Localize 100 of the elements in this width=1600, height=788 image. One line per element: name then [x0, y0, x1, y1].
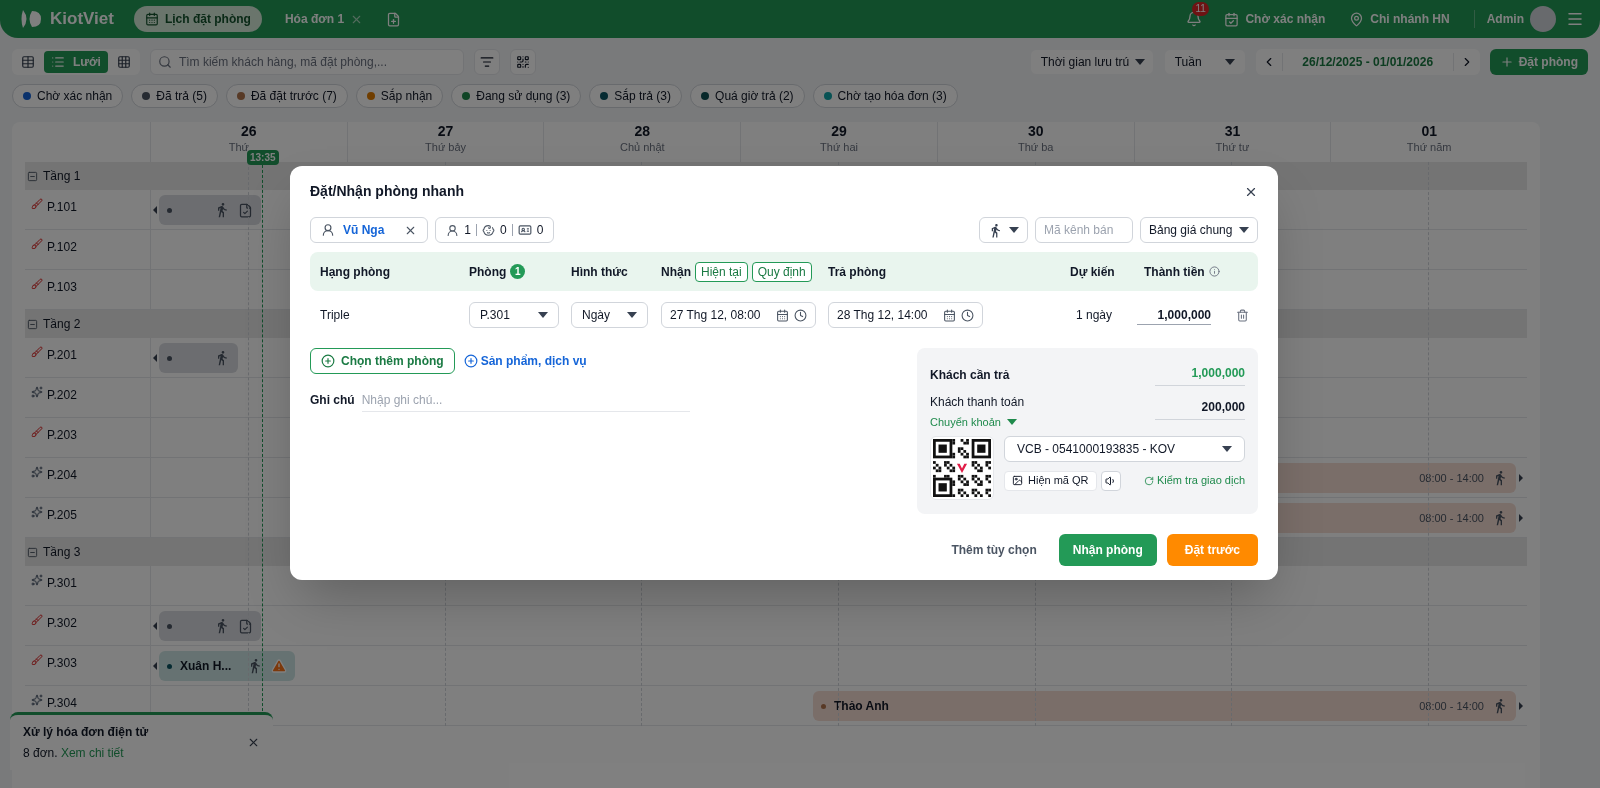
child-count: 0	[500, 222, 507, 239]
rate-type-select[interactable]: Ngày	[571, 302, 648, 328]
room-select[interactable]: P.301	[469, 302, 559, 328]
room-name: P.301	[47, 575, 77, 592]
status-filter-chip[interactable]: Chờ xác nhận	[12, 84, 124, 108]
qr-code-drawing	[933, 438, 991, 497]
list-icon	[51, 55, 65, 69]
booking-time: 08:00 - 14:00	[1419, 510, 1484, 526]
room-name: P.203	[47, 427, 77, 444]
notification-bell-icon[interactable]	[1186, 11, 1203, 27]
dropdown-caret-icon	[1224, 59, 1235, 65]
guest-name: Thảo Anh	[834, 698, 889, 715]
checkin-option[interactable]: Quy định	[751, 261, 812, 282]
status-filter-chip[interactable]: Chờ tạo hóa đơn (3)	[812, 84, 958, 108]
check-in-field[interactable]: 27 Thg 12, 08:00	[661, 302, 816, 328]
room-name: P.204	[47, 467, 77, 484]
amount-field[interactable]: 1,000,000	[1137, 305, 1211, 325]
status-filter-chip[interactable]: Đã trả (5)	[131, 84, 218, 108]
calendar-check-icon	[1224, 11, 1240, 27]
adult-icon	[446, 223, 460, 237]
view-toggle[interactable]: Lưới	[44, 51, 108, 73]
toast-count: 8 đơn.	[23, 746, 58, 760]
payment-method-select[interactable]: Chuyển khoản	[930, 414, 1025, 431]
column-header: Dự kiến	[1070, 263, 1115, 281]
show-qr-button[interactable]: Hiện mã QR	[1004, 470, 1097, 491]
room-name: P.304	[47, 695, 77, 712]
weekday-label: Thứ tư	[1215, 140, 1250, 154]
date-range: 26/12/2025 - 01/01/2026	[1281, 53, 1454, 71]
day-number: 29	[831, 122, 847, 140]
book-room-button[interactable]: Đặt phòng	[1489, 49, 1588, 75]
view-details-link[interactable]: Xem chi tiết	[60, 746, 124, 760]
dropdown-caret-icon	[627, 312, 637, 318]
amount-due: 1,000,000	[1155, 364, 1245, 386]
status-filter-chip[interactable]: Sắp trả (3)	[589, 84, 683, 108]
guest-count-chip[interactable]: 1 0 0	[435, 217, 555, 243]
user-name: Admin	[1486, 11, 1524, 28]
weekday-label: Thứ ba	[1018, 140, 1054, 154]
status-filter-chip[interactable]: Đã đặt trước (7)	[225, 84, 348, 108]
booking-bar[interactable]: Xuân H...	[159, 651, 296, 681]
bank-account-select[interactable]: VCB - 0541000193835 - KOV	[1004, 435, 1245, 462]
filter-button[interactable]	[473, 49, 500, 75]
filter-icon	[479, 55, 494, 69]
check-transaction-link[interactable]: Kiểm tra giao dịch	[1143, 472, 1245, 489]
customer-chip[interactable]: Vũ Nga	[310, 217, 429, 243]
period-select[interactable]: Tuần	[1163, 49, 1246, 75]
user-icon	[321, 223, 335, 237]
booking-bar[interactable]: Thảo Anh 08:00 - 14:00	[813, 691, 1516, 721]
guest-type-select[interactable]	[979, 217, 1028, 243]
menu-icon[interactable]	[1566, 10, 1584, 28]
plus-circle-icon	[463, 354, 478, 368]
close-icon[interactable]	[247, 736, 260, 749]
customer-name: Vũ Nga	[343, 222, 385, 239]
add-document-icon[interactable]	[386, 11, 402, 27]
collapse-icon[interactable]	[27, 170, 38, 182]
weekday-label: Thứ hai	[820, 140, 858, 154]
time-filter-select[interactable]: Thời gian lưu trú	[1029, 49, 1154, 75]
add-service-link[interactable]: Sản phẩm, dịch vụ	[463, 352, 587, 370]
check-in-button[interactable]: Nhận phòng	[1058, 533, 1157, 566]
status-filter-chip[interactable]: Quá giờ trả (2)	[690, 84, 805, 108]
room-name: P.303	[47, 655, 77, 672]
room-count-badge: 1	[510, 264, 526, 279]
search-field[interactable]: Tìm kiếm khách hàng, mã đặt phòng,...	[149, 49, 464, 75]
branch-button[interactable]: Chi nhánh HN	[1349, 10, 1450, 28]
calendar-icon	[144, 12, 159, 26]
grid-icon	[116, 55, 131, 69]
nav-tab[interactable]: Lịch đặt phòng	[133, 6, 262, 32]
room-name: P.103	[47, 279, 77, 296]
checkin-option[interactable]: Hiện tại	[695, 261, 748, 282]
more-options-button[interactable]: Thêm tùy chọn	[951, 540, 1037, 559]
logo-text: KiotViet	[50, 8, 114, 31]
pending-button[interactable]: Chờ xác nhận	[1224, 10, 1326, 28]
sales-channel-field[interactable]: Mã kênh bán	[1035, 217, 1133, 243]
map-pin-icon	[1349, 11, 1365, 27]
amount-paid-label: Khách thanh toán	[930, 394, 1025, 411]
room-name: P.102	[47, 239, 77, 256]
booking-bar[interactable]	[159, 611, 261, 641]
booking-bar[interactable]	[159, 195, 261, 225]
price-list-select[interactable]: Bảng giá chung	[1140, 217, 1258, 243]
add-room-button[interactable]: Chọn thêm phòng	[310, 348, 455, 374]
status-filter-chip[interactable]: Sắp nhận	[355, 84, 444, 108]
nav-tab[interactable]: Hóa đơn 1	[273, 6, 375, 32]
collapse-icon[interactable]	[27, 546, 38, 558]
right-caret-icon	[1519, 474, 1523, 482]
child-icon	[482, 223, 496, 237]
avatar[interactable]	[1530, 6, 1556, 32]
note-label: Ghi chú	[310, 392, 355, 409]
room-name: P.202	[47, 387, 77, 404]
room-type: Triple	[320, 307, 351, 324]
delete-icon[interactable]	[1236, 308, 1249, 322]
qr-button[interactable]	[509, 49, 536, 75]
collapse-icon[interactable]	[27, 318, 38, 330]
status-filter-chip[interactable]: Đang sử dụng (3)	[451, 84, 582, 108]
day-number: 26	[241, 122, 257, 140]
note-field[interactable]: Nhập ghi chú...	[361, 388, 690, 412]
speaker-button[interactable]	[1100, 470, 1121, 491]
weekday-label: Chủ nhật	[619, 140, 665, 154]
check-out-field[interactable]: 28 Thg 12, 14:00	[828, 302, 983, 328]
day-number: 01	[1421, 122, 1437, 140]
booking-bar[interactable]	[159, 343, 238, 373]
room-name: P.101	[47, 199, 77, 216]
